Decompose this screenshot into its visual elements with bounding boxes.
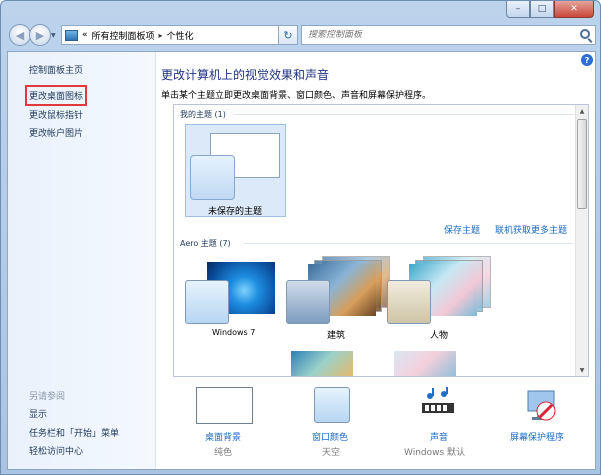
see-also-ease-of-access[interactable]: 轻松访问中心 [29, 444, 83, 457]
sounds-label[interactable]: 声音 [430, 430, 448, 443]
theme-name-windows7: Windows 7 [212, 328, 256, 337]
theme-tile-architecture[interactable] [286, 256, 390, 326]
control-panel-icon [65, 29, 78, 41]
screen-saver-label[interactable]: 屏幕保护程序 [510, 430, 564, 443]
next-theme-preview[interactable] [394, 351, 456, 376]
address-bar[interactable]: « 所有控制面板项 ▸ 个性化 ▼ [61, 25, 296, 45]
theme-name-architecture: 建筑 [327, 331, 346, 341]
sidebar-link-control-panel-home[interactable]: 控制面板主页 [29, 63, 83, 76]
forward-button[interactable]: ▶ [29, 24, 51, 46]
architecture-color-sample [286, 280, 330, 324]
section-divider [244, 243, 574, 244]
window-frame: – □ ✕ ◀ ▶ ▼ « 所有控制面板项 ▸ 个性化 ▼ ↻ 控制面板主页 更… [0, 0, 601, 475]
theme-list-scrollbar[interactable]: ▲ ▼ [575, 105, 588, 376]
search-box[interactable] [301, 25, 596, 45]
sounds-icon [422, 387, 454, 413]
caption-buttons: – □ ✕ [506, 1, 594, 18]
navigation-bar: ◀ ▶ ▼ « 所有控制面板项 ▸ 个性化 ▼ ↻ [7, 23, 596, 47]
recent-pages-dropdown[interactable]: ▼ [51, 32, 56, 39]
screen-saver-icon [527, 390, 556, 421]
sidebar-link-change-mouse-pointers[interactable]: 更改鼠标指针 [29, 108, 83, 121]
search-icon[interactable] [580, 29, 590, 39]
arrow-left-icon: ◀ [15, 28, 25, 42]
page-title: 更改计算机上的视觉效果和声音 [161, 68, 330, 82]
breadcrumb-separator[interactable]: ▸ [159, 31, 163, 40]
minimize-button[interactable]: – [506, 1, 530, 18]
window-color-value: 天空 [322, 448, 341, 458]
main-content: ? 更改计算机上的视觉效果和声音 单击某个主题立即更改桌面背景、窗口颜色、声音和… [156, 52, 595, 469]
breadcrumb-all-items[interactable]: 所有控制面板项 [92, 29, 155, 42]
refresh-button[interactable]: ↻ [278, 25, 298, 45]
get-more-themes-link[interactable]: 联机获取更多主题 [495, 223, 567, 236]
theme-color-sample [190, 155, 235, 200]
address-root[interactable]: « [82, 30, 88, 40]
theme-name-characters: 人物 [430, 331, 449, 341]
window-color-label[interactable]: 窗口颜色 [312, 430, 348, 443]
desktop-background-preview [196, 387, 253, 424]
theme-list[interactable]: 我的主题 (1) 未保存的主题 保存主题 联机获取更多主题 Aero 主题 (7… [173, 104, 589, 377]
desktop-background-label[interactable]: 桌面背景 [205, 430, 241, 443]
save-theme-link[interactable]: 保存主题 [444, 223, 480, 236]
see-also-heading: 另请参阅 [29, 392, 66, 402]
my-themes-label: 我的主题 (1) [180, 110, 226, 119]
back-button[interactable]: ◀ [9, 24, 31, 46]
arrow-right-icon: ▶ [35, 28, 45, 42]
help-icon[interactable]: ? [581, 54, 593, 66]
window-color-swatch [314, 387, 350, 423]
unsaved-theme-tile[interactable]: 未保存的主题 [185, 124, 286, 217]
scroll-up-icon[interactable]: ▲ [576, 105, 588, 117]
see-also-display[interactable]: 显示 [29, 407, 47, 420]
theme-tile-characters[interactable] [387, 256, 491, 326]
characters-color-sample [387, 280, 431, 324]
search-input[interactable] [308, 30, 568, 40]
theme-tile-windows7[interactable] [185, 262, 277, 326]
sidebar-link-change-desktop-icons[interactable]: 更改桌面图标 [24, 85, 88, 106]
page-description: 单击某个主题立即更改桌面背景、窗口颜色、声音和屏幕保护程序。 [161, 91, 432, 101]
desktop-background-value: 纯色 [214, 448, 233, 458]
client-area: 控制面板主页 更改桌面图标 更改鼠标指针 更改帐户图片 另请参阅 显示 任务栏和… [7, 51, 596, 470]
maximize-button[interactable]: □ [530, 1, 554, 18]
close-button[interactable]: ✕ [554, 1, 594, 18]
see-also-taskbar-start-menu[interactable]: 任务栏和「开始」菜单 [29, 426, 119, 439]
task-sidebar: 控制面板主页 更改桌面图标 更改鼠标指针 更改帐户图片 另请参阅 显示 任务栏和… [8, 52, 156, 469]
sounds-value: Windows 默认 [404, 448, 466, 458]
scroll-down-icon[interactable]: ▼ [576, 364, 588, 376]
unsaved-theme-name: 未保存的主题 [208, 207, 263, 217]
aero-themes-label: Aero 主题 (7) [180, 239, 231, 248]
next-theme-preview[interactable] [291, 351, 353, 376]
breadcrumb-personalization[interactable]: 个性化 [167, 29, 194, 42]
section-divider [234, 114, 574, 115]
scroll-thumb[interactable] [577, 119, 587, 209]
sidebar-link-change-account-picture[interactable]: 更改帐户图片 [29, 126, 83, 139]
refresh-icon: ↻ [283, 28, 293, 42]
windows7-color-sample [185, 280, 229, 324]
